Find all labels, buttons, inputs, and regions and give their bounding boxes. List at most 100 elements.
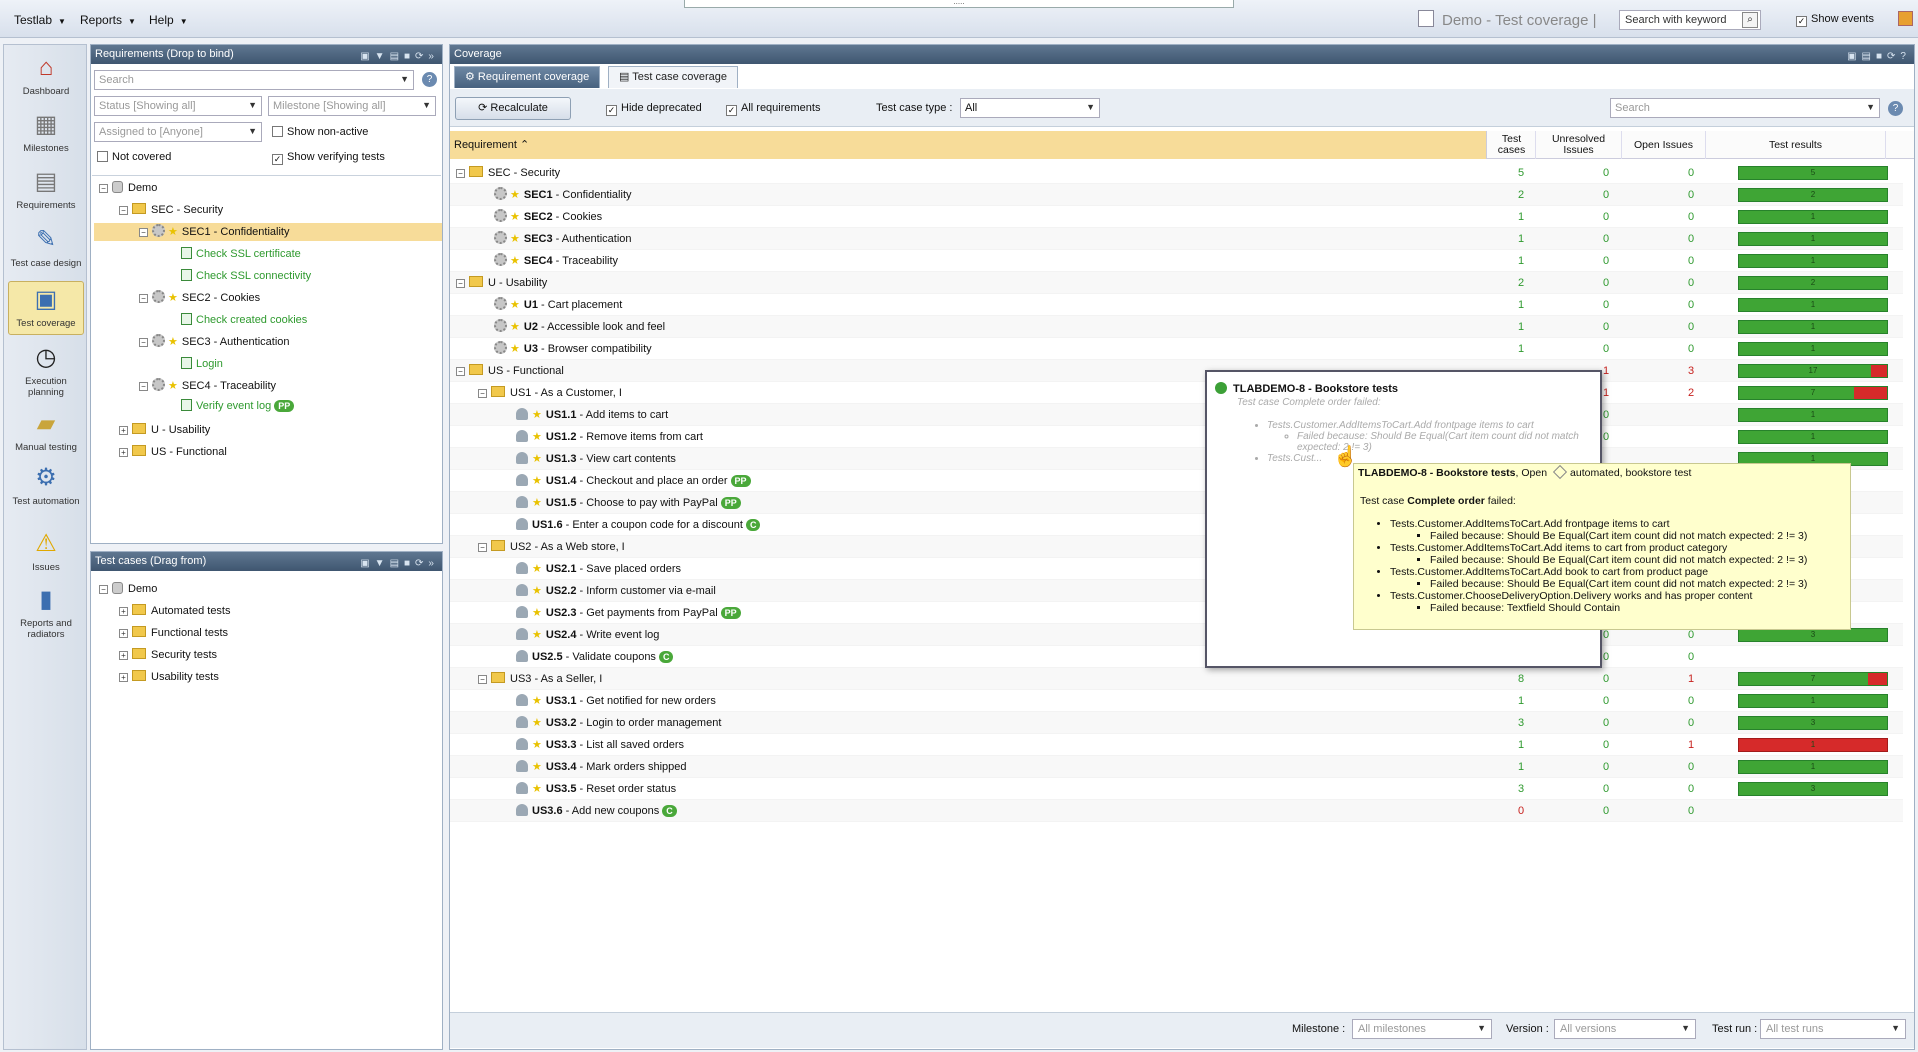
test-results-bar[interactable]: 7: [1738, 672, 1888, 686]
show-verifying-checkbox[interactable]: ✓ Show verifying tests: [272, 151, 385, 165]
test-results-bar[interactable]: 1: [1738, 320, 1888, 334]
test-results-bar[interactable]: 2: [1738, 188, 1888, 202]
show-nonactive-checkbox[interactable]: Show non-active: [272, 126, 368, 138]
test-results-bar[interactable]: 1: [1738, 430, 1888, 444]
nav-milestones[interactable]: ▦ Milestones: [8, 110, 84, 154]
collapse-toggle[interactable]: −: [456, 169, 465, 178]
coverage-row[interactable]: US2.5 - Validate coupons C 0 0: [450, 646, 1903, 668]
tree-node[interactable]: Check SSL connectivity: [181, 267, 311, 285]
hide-deprecated-checkbox[interactable]: ✓ Hide deprecated: [606, 102, 702, 116]
panel-tools[interactable]: ▣▼▤■⟳»: [360, 554, 439, 573]
test-results-bar[interactable]: 1: [1738, 694, 1888, 708]
status-filter[interactable]: Status [Showing all] ▼: [94, 96, 262, 116]
coverage-row[interactable]: ★ SEC4 - Traceability 1 0 0 1: [450, 250, 1903, 272]
tree-node[interactable]: + Usability tests: [119, 668, 219, 686]
help-icon[interactable]: ?: [1888, 101, 1903, 116]
test-results-bar[interactable]: 1: [1738, 254, 1888, 268]
tree-node[interactable]: Verify event log PP: [181, 397, 295, 415]
tree-node[interactable]: Check created cookies: [181, 311, 307, 329]
coverage-row[interactable]: ★ SEC1 - Confidentiality 2 0 0 2: [450, 184, 1903, 206]
test-results-bar[interactable]: 3: [1738, 716, 1888, 730]
requirement-search-input[interactable]: Search ▼: [94, 70, 414, 90]
coverage-row[interactable]: − US3 - As a Seller, I 8 0 1 7: [450, 668, 1903, 690]
test-case-type-select[interactable]: All ▼: [960, 98, 1100, 118]
coverage-row[interactable]: ★ U3 - Browser compatibility 1 0 0 1: [450, 338, 1903, 360]
test-results-bar[interactable]: 7: [1738, 386, 1888, 400]
coverage-row[interactable]: ★ US3.1 - Get notified for new orders 1 0 0 1: [450, 690, 1903, 712]
tree-node[interactable]: + U - Usability: [119, 421, 210, 439]
help-icon[interactable]: ?: [422, 72, 437, 87]
nav-dashboard[interactable]: ⌂ Dashboard: [8, 53, 84, 97]
coverage-row[interactable]: − U - Usability 2 0 0 2: [450, 272, 1903, 294]
test-results-bar[interactable]: 3: [1738, 782, 1888, 796]
tree-node[interactable]: − ★ SEC4 - Traceability: [139, 377, 276, 395]
coverage-row[interactable]: ★ US3.2 - Login to order management 3 0 0 3: [450, 712, 1903, 734]
tab-requirement-coverage[interactable]: ⚙ Requirement coverage: [454, 66, 601, 88]
coverage-row[interactable]: − US - Functional 1 3 17: [450, 360, 1903, 382]
milestone-filter[interactable]: Milestone [Showing all] ▼: [268, 96, 436, 116]
column-requirement[interactable]: Requirement ⌃: [450, 131, 1487, 159]
test-results-bar[interactable]: 1: [1738, 232, 1888, 246]
test-results-bar[interactable]: 17: [1738, 364, 1888, 378]
column-open-issues[interactable]: Open Issues: [1622, 131, 1706, 159]
assignee-filter[interactable]: Assigned to [Anyone] ▼: [94, 122, 262, 142]
tree-node[interactable]: − Demo: [99, 179, 157, 197]
tree-node[interactable]: + Automated tests: [119, 602, 231, 620]
coverage-row[interactable]: ★ US1.1 - Add items to cart 0 1: [450, 404, 1903, 426]
coverage-row[interactable]: ★ US3.3 - List all saved orders 1 0 1 1: [450, 734, 1903, 756]
search-icon[interactable]: ⌕: [1742, 12, 1758, 28]
version-select[interactable]: All versions ▼: [1554, 1019, 1696, 1039]
coverage-row[interactable]: ★ SEC2 - Cookies 1 0 0 1: [450, 206, 1903, 228]
test-results-bar[interactable]: 1: [1738, 298, 1888, 312]
coverage-row[interactable]: ★ US3.4 - Mark orders shipped 1 0 0 1: [450, 756, 1903, 778]
coverage-row[interactable]: US3.6 - Add new coupons C 0 0 0: [450, 800, 1903, 822]
coverage-row[interactable]: ★ US1.2 - Remove items from cart 0 1: [450, 426, 1903, 448]
coverage-row[interactable]: ★ U1 - Cart placement 1 0 0 1: [450, 294, 1903, 316]
column-test-cases[interactable]: Test cases: [1488, 131, 1536, 159]
briefcase-icon[interactable]: [1898, 11, 1913, 26]
coverage-search-input[interactable]: Search ▼: [1610, 98, 1880, 118]
resize-grip[interactable]: .....: [684, 0, 1234, 8]
menu-help[interactable]: Help ▼: [149, 13, 188, 27]
tree-node[interactable]: − ★ SEC3 - Authentication: [139, 333, 290, 351]
tree-node[interactable]: − SEC - Security: [119, 201, 223, 219]
nav-test-case-design[interactable]: ✎ Test case design: [8, 225, 84, 269]
collapse-toggle[interactable]: −: [478, 389, 487, 398]
column-unresolved-issues[interactable]: Unresolved Issues: [1536, 131, 1622, 159]
tree-node[interactable]: + Security tests: [119, 646, 217, 664]
all-requirements-checkbox[interactable]: ✓ All requirements: [726, 102, 820, 116]
tree-node[interactable]: + US - Functional: [119, 443, 227, 461]
nav-test-coverage[interactable]: ▣ Test coverage: [8, 281, 84, 335]
recalculate-button[interactable]: ⟳ Recalculate: [455, 97, 571, 120]
test-results-bar[interactable]: 1: [1738, 738, 1888, 752]
menu-reports[interactable]: Reports ▼: [80, 13, 136, 27]
test-results-bar[interactable]: 1: [1738, 342, 1888, 356]
tree-node-selected[interactable]: − ★ SEC1 - Confidentiality: [94, 223, 442, 241]
coverage-row[interactable]: ★ U2 - Accessible look and feel 1 0 0 1: [450, 316, 1903, 338]
nav-test-automation[interactable]: ⚙ Test automation: [8, 463, 84, 507]
test-results-bar[interactable]: 5: [1738, 166, 1888, 180]
tab-test-case-coverage[interactable]: ▤ Test case coverage: [608, 66, 739, 88]
collapse-toggle[interactable]: −: [456, 279, 465, 288]
collapse-toggle[interactable]: −: [456, 367, 465, 376]
collapse-toggle[interactable]: −: [478, 543, 487, 552]
column-test-results[interactable]: Test results: [1706, 131, 1886, 159]
not-covered-checkbox[interactable]: Not covered: [97, 151, 171, 163]
nav-manual-testing[interactable]: ▰ Manual testing: [8, 409, 84, 453]
nav-requirements[interactable]: ▤ Requirements: [8, 167, 84, 211]
coverage-row[interactable]: ★ US3.5 - Reset order status 3 0 0 3: [450, 778, 1903, 800]
panel-tools[interactable]: ▣▼▤■⟳»: [360, 47, 439, 66]
coverage-row[interactable]: − US1 - As a Customer, I127: [450, 382, 1903, 404]
test-results-bar[interactable]: 2: [1738, 276, 1888, 290]
coverage-row[interactable]: ★ SEC3 - Authentication 1 0 0 1: [450, 228, 1903, 250]
test-run-select[interactable]: All test runs ▼: [1760, 1019, 1906, 1039]
tree-node[interactable]: Login: [181, 355, 223, 373]
collapse-toggle[interactable]: −: [478, 675, 487, 684]
keyword-search-input[interactable]: Search with keyword: [1619, 10, 1761, 30]
coverage-row[interactable]: − SEC - Security 5 0 0 5: [450, 162, 1903, 184]
milestone-select[interactable]: All milestones ▼: [1352, 1019, 1492, 1039]
test-results-bar[interactable]: 1: [1738, 760, 1888, 774]
tree-node[interactable]: − ★ SEC2 - Cookies: [139, 289, 260, 307]
test-results-bar[interactable]: 3: [1738, 628, 1888, 642]
menu-testlab[interactable]: Testlab ▼: [14, 13, 66, 27]
